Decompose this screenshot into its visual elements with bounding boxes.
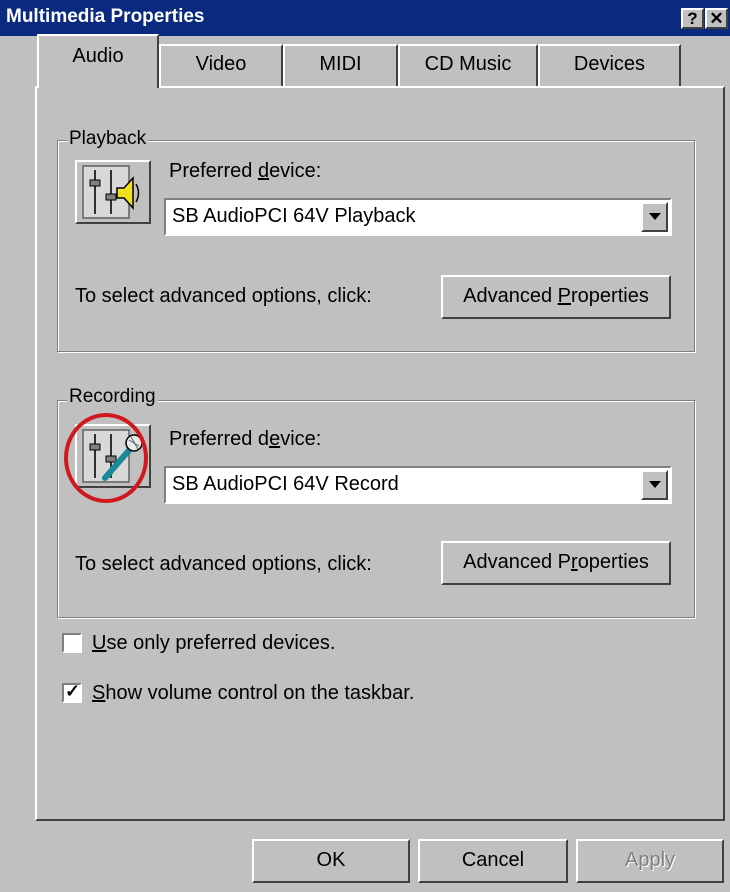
playback-device-dropdown[interactable]: SB AudioPCI 64V Playback [164, 198, 672, 236]
playback-advanced-properties-button[interactable]: Advanced Properties [441, 275, 671, 319]
audio-tab-panel: Playback Preferred device: SB AudioPCI 6… [35, 86, 725, 821]
window-title: Multimedia Properties [6, 6, 205, 27]
title-bar[interactable]: Multimedia Properties ? ✕ [0, 0, 730, 36]
recording-group-label: Recording [67, 386, 158, 408]
playback-group [57, 140, 695, 352]
show-volume-label[interactable]: Show volume control on the taskbar. [92, 682, 414, 705]
tab-video[interactable]: Video [159, 44, 283, 86]
playback-icon-button[interactable] [75, 160, 151, 224]
speaker-mixer-icon [82, 165, 140, 219]
chevron-down-icon[interactable] [641, 202, 668, 232]
microphone-mixer-icon [82, 429, 143, 483]
use-preferred-checkbox[interactable] [62, 633, 82, 653]
checkmark-icon: ✓ [65, 681, 81, 701]
recording-device-dropdown[interactable]: SB AudioPCI 64V Record [164, 466, 672, 504]
recording-icon-button[interactable] [75, 424, 151, 488]
playback-device-value: SB AudioPCI 64V Playback [172, 205, 416, 227]
recording-advanced-properties-button[interactable]: Advanced Properties [441, 541, 671, 585]
help-button[interactable]: ? [681, 8, 704, 29]
recording-preferred-label: Preferred device: [169, 428, 322, 450]
show-volume-checkbox[interactable]: ✓ [62, 681, 82, 703]
tab-midi[interactable]: MIDI [283, 44, 398, 86]
playback-preferred-label: Preferred device: [169, 160, 322, 182]
close-button[interactable]: ✕ [705, 8, 728, 29]
recording-advanced-text: To select advanced options, click: [75, 553, 372, 575]
apply-button[interactable]: Apply [576, 839, 724, 883]
tab-audio[interactable]: Audio [37, 34, 159, 88]
ok-button[interactable]: OK [252, 839, 410, 883]
recording-group [57, 400, 695, 618]
tab-devices[interactable]: Devices [538, 44, 681, 86]
tab-cd-music[interactable]: CD Music [398, 44, 538, 86]
recording-device-value: SB AudioPCI 64V Record [172, 473, 399, 495]
playback-advanced-text: To select advanced options, click: [75, 285, 372, 307]
cancel-button[interactable]: Cancel [418, 839, 568, 883]
playback-group-label: Playback [67, 128, 149, 150]
use-preferred-label[interactable]: Use only preferred devices. [92, 632, 335, 655]
chevron-down-icon[interactable] [641, 470, 668, 500]
